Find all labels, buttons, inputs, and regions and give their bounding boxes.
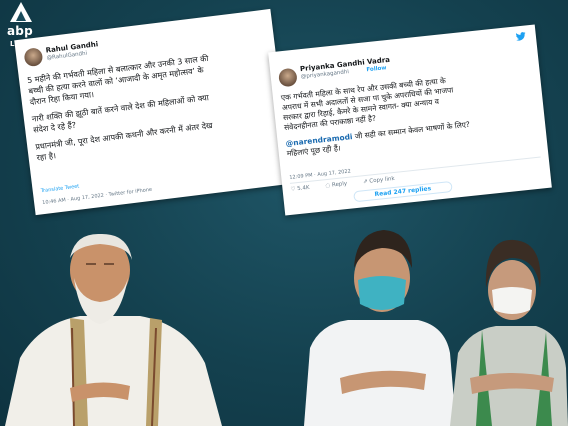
tweet-body: 5 महीने की गर्भवती महिला से बलात्कार और … xyxy=(27,45,283,169)
photo-persons-right xyxy=(304,230,568,426)
copy-link-button[interactable]: ⇗ Copy link xyxy=(363,176,395,185)
copy-link-label: Copy link xyxy=(369,175,396,185)
tweet-body: एक गर्भवती महिला के साथ रेप और उसकी बच्च… xyxy=(281,67,543,165)
like-button[interactable]: ♡ 5.4K xyxy=(290,185,310,193)
reply-icon: ◌ xyxy=(325,182,331,190)
heart-icon: ♡ xyxy=(290,186,296,193)
abp-wordmark: abp xyxy=(7,24,33,38)
abp-arrow-cutout xyxy=(16,11,26,21)
reply-label: Reply xyxy=(331,180,348,189)
twitter-bird-icon xyxy=(516,32,526,41)
photo-person-left xyxy=(5,233,222,426)
follow-button[interactable]: Follow xyxy=(366,65,386,73)
reply-button[interactable]: ◌ Reply xyxy=(325,181,347,189)
avatar xyxy=(23,47,44,68)
like-count: 5.4K xyxy=(296,184,310,193)
tweet-card-priyanka: Priyanka Gandhi Vadra @priyankagandhi Fo… xyxy=(268,24,552,216)
tweet-line: रहा है। xyxy=(36,151,57,163)
link-icon: ⇗ xyxy=(362,178,368,186)
avatar xyxy=(278,67,298,88)
translate-tweet-link[interactable]: Translate Tweet xyxy=(40,184,79,195)
tweet-card-rahul: Rahul Gandhi @RahulGandhi 5 महीने की गर्… xyxy=(14,8,292,216)
